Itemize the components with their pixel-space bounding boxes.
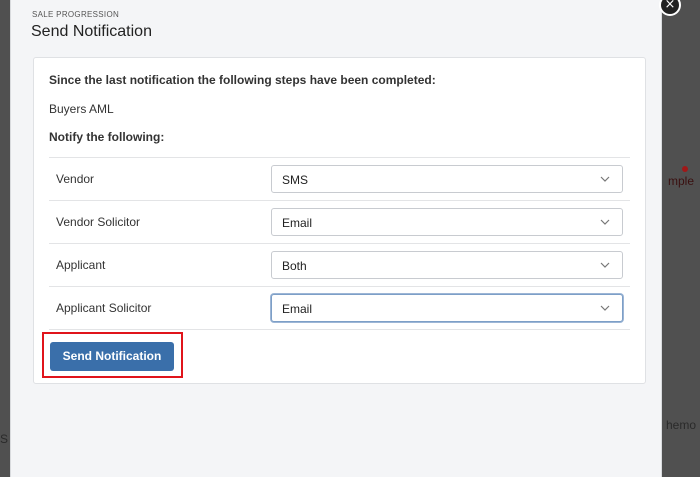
- background-text: hemo: [666, 418, 697, 432]
- chevron-down-icon: [600, 262, 610, 268]
- chevron-down-icon: [600, 176, 610, 182]
- notify-row-applicant-solicitor: Applicant Solicitor Email: [49, 287, 630, 330]
- row-label: Vendor Solicitor: [56, 215, 141, 229]
- notify-heading: Notify the following:: [49, 130, 165, 144]
- row-label: Vendor: [56, 172, 95, 186]
- background-text: S: [0, 432, 9, 446]
- select-value: Email: [282, 216, 313, 230]
- notify-row-vendor-solicitor: Vendor Solicitor Email: [49, 201, 630, 244]
- row-label: Applicant: [56, 258, 106, 272]
- notification-panel: Since the last notification the followin…: [33, 57, 646, 384]
- vendor-notification-select[interactable]: SMS: [271, 165, 623, 193]
- notify-table: Vendor SMS Vendor Solicitor Email Applic…: [49, 157, 630, 330]
- notify-row-applicant: Applicant Both: [49, 244, 630, 287]
- modal-eyebrow: SALE PROGRESSION: [32, 10, 120, 19]
- completed-step: Buyers AML: [49, 102, 114, 116]
- chevron-down-icon: [600, 219, 610, 225]
- status-dot-icon: [682, 166, 688, 172]
- row-label: Applicant Solicitor: [56, 301, 152, 315]
- send-notification-button[interactable]: Send Notification: [50, 342, 174, 371]
- applicant-notification-select[interactable]: Both: [271, 251, 623, 279]
- vendor-solicitor-notification-select[interactable]: Email: [271, 208, 623, 236]
- select-value: Email: [282, 302, 313, 316]
- chevron-down-icon: [600, 305, 610, 311]
- modal-title: Send Notification: [31, 23, 152, 40]
- intro-text: Since the last notification the followin…: [49, 73, 436, 87]
- notify-row-vendor: Vendor SMS: [49, 158, 630, 201]
- send-notification-modal: SALE PROGRESSION Send Notification Since…: [10, 0, 662, 477]
- select-value: Both: [282, 259, 307, 273]
- select-value: SMS: [282, 173, 309, 187]
- applicant-solicitor-notification-select[interactable]: Email: [271, 294, 623, 322]
- background-status-text: mple: [668, 166, 694, 188]
